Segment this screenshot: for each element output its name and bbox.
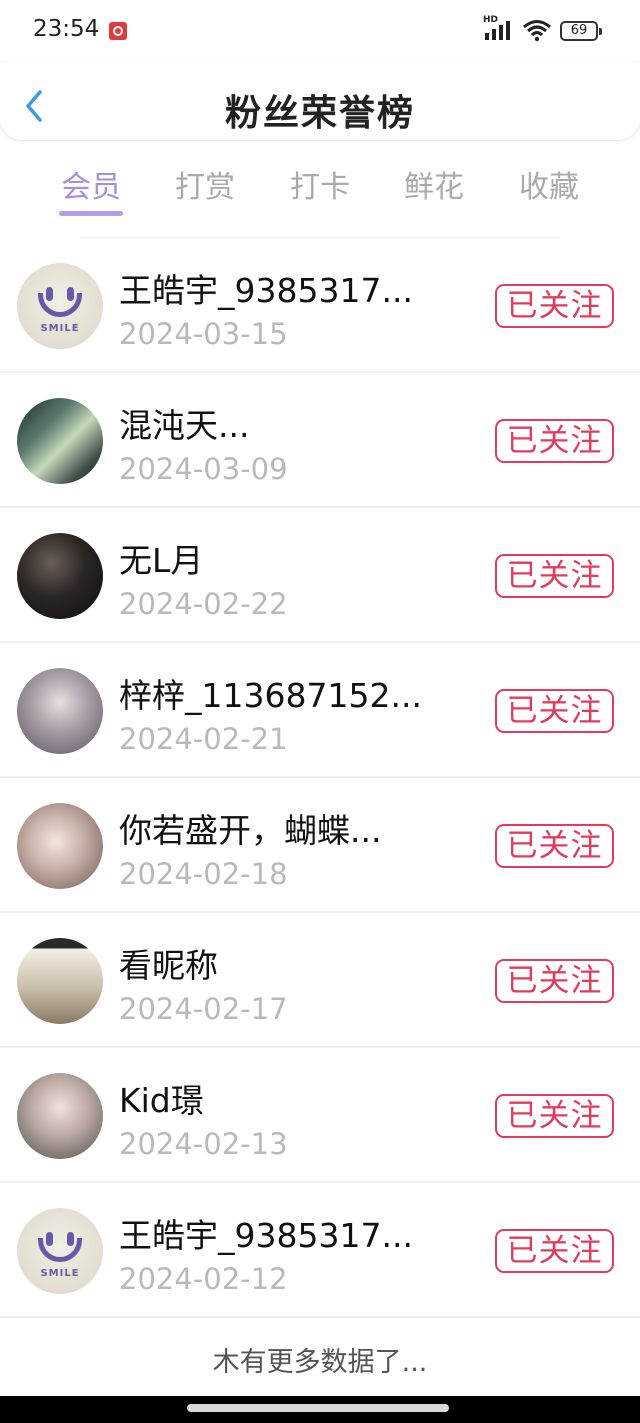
fan-date: 2024-02-17 <box>119 992 288 1026</box>
avatar[interactable] <box>17 1073 103 1159</box>
tab-flowers[interactable]: 鲜花 <box>384 162 484 206</box>
followed-button[interactable]: 已关注 <box>495 284 614 328</box>
category-tabs: 会员 打赏 打卡 鲜花 收藏 <box>0 140 640 238</box>
fan-date: 2024-02-18 <box>119 857 288 891</box>
list-item[interactable]: 混沌天... 2024-03-09 已关注 <box>0 373 640 508</box>
list-item[interactable]: 你若盛开，蝴蝶... 2024-02-18 已关注 <box>0 778 640 913</box>
tab-checkin[interactable]: 打卡 <box>270 162 370 206</box>
list-item[interactable]: SMILE 王皓宇_9385317... 2024-03-15 已关注 <box>0 238 640 373</box>
avatar[interactable]: SMILE <box>17 1208 103 1294</box>
avatar-text: SMILE <box>40 1268 80 1279</box>
status-bar: 23:54 HD 69 <box>0 0 640 62</box>
followed-button[interactable]: 已关注 <box>495 419 614 463</box>
avatar[interactable] <box>17 938 103 1024</box>
fan-date: 2024-02-21 <box>119 722 288 756</box>
fan-name: 你若盛开，蝴蝶... <box>119 811 382 850</box>
followed-button[interactable]: 已关注 <box>495 824 614 868</box>
fan-date: 2024-02-13 <box>119 1127 288 1161</box>
fan-name: 梓梓_113687152... <box>119 676 422 715</box>
app-notification-icon <box>109 22 127 40</box>
fan-date: 2024-03-09 <box>119 452 288 486</box>
avatar[interactable]: SMILE <box>17 263 103 349</box>
fan-name: 看昵称 <box>119 946 218 985</box>
list-item[interactable]: SMILE 王皓宇_9385317... 2024-02-12 已关注 <box>0 1183 640 1318</box>
avatar[interactable] <box>17 803 103 889</box>
avatar[interactable] <box>17 533 103 619</box>
list-item[interactable]: 梓梓_113687152... 2024-02-21 已关注 <box>0 643 640 778</box>
wifi-icon <box>523 20 551 42</box>
fan-name: 混沌天... <box>119 406 250 445</box>
list-item[interactable]: Kid璟 2024-02-13 已关注 <box>0 1048 640 1183</box>
avatar-text: SMILE <box>40 323 80 334</box>
list-item[interactable]: 无L月 2024-02-22 已关注 <box>0 508 640 643</box>
followed-button[interactable]: 已关注 <box>495 689 614 733</box>
tab-tips[interactable]: 打赏 <box>155 162 255 206</box>
followed-button[interactable]: 已关注 <box>495 959 614 1003</box>
tab-favorites[interactable]: 收藏 <box>499 162 599 206</box>
status-time: 23:54 <box>33 16 100 42</box>
home-indicator[interactable] <box>187 1404 449 1412</box>
page-title: 粉丝荣誉榜 <box>224 93 415 134</box>
avatar[interactable] <box>17 398 103 484</box>
fan-date: 2024-02-22 <box>119 587 288 621</box>
battery-indicator: 69 <box>560 21 602 41</box>
fan-name: 王皓宇_9385317... <box>119 1216 413 1255</box>
fan-date: 2024-02-12 <box>119 1262 288 1296</box>
fan-date: 2024-03-15 <box>119 317 288 351</box>
list-item[interactable]: 看昵称 2024-02-17 已关注 <box>0 913 640 1048</box>
active-tab-indicator <box>59 211 123 216</box>
avatar[interactable] <box>17 668 103 754</box>
followed-button[interactable]: 已关注 <box>495 554 614 598</box>
app-header: 粉丝荣誉榜 <box>0 62 640 140</box>
followed-button[interactable]: 已关注 <box>495 1229 614 1273</box>
fan-list: SMILE 王皓宇_9385317... 2024-03-15 已关注 混沌天.… <box>0 238 640 1318</box>
fan-name: Kid璟 <box>119 1081 204 1120</box>
fan-name: 无L月 <box>119 541 204 580</box>
tab-members[interactable]: 会员 <box>41 162 141 206</box>
end-of-list-text: 木有更多数据了... <box>212 1347 428 1378</box>
followed-button[interactable]: 已关注 <box>495 1094 614 1138</box>
cellular-signal-icon <box>485 21 510 40</box>
fan-name: 王皓宇_9385317... <box>119 271 413 310</box>
